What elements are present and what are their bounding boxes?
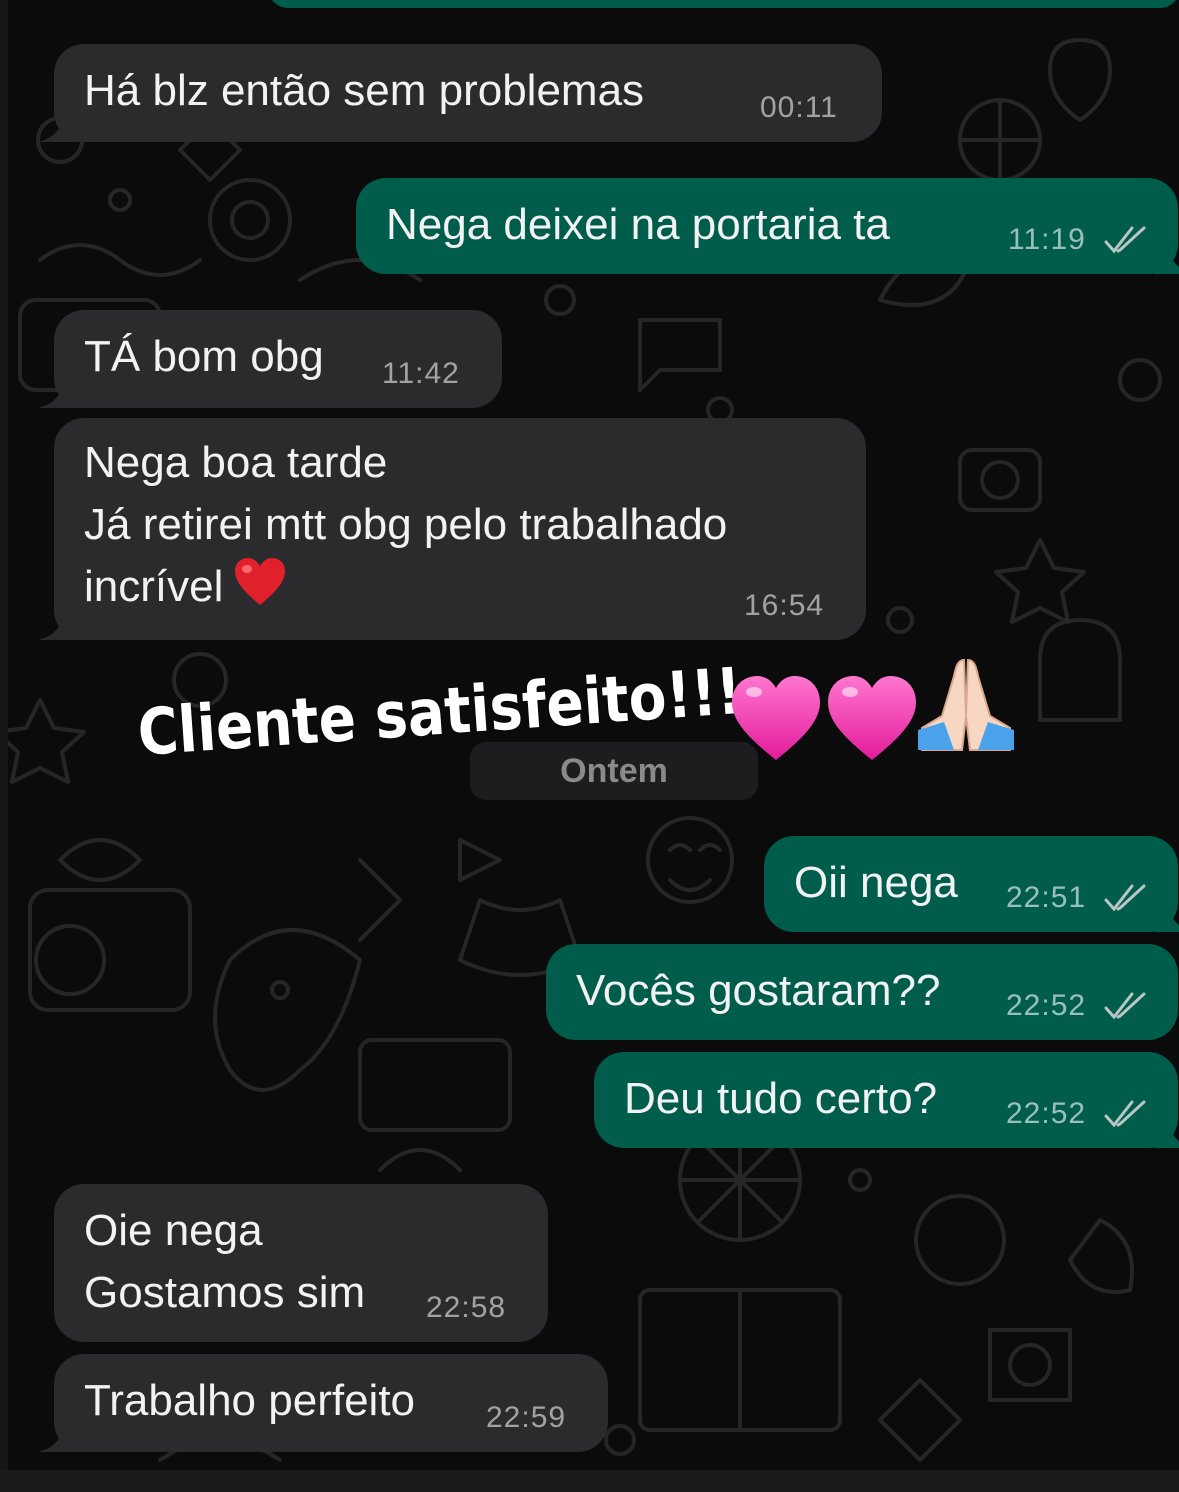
outgoing-message[interactable]: Oii nega 22:51	[764, 836, 1179, 932]
message-text-line: Já retirei mtt obg pelo trabalhado	[84, 500, 728, 549]
message-text-line: incrível	[84, 556, 287, 618]
message-time: 22:51	[1006, 881, 1087, 914]
message-time: 22:52	[1006, 989, 1087, 1022]
message-text-line: Gostamos sim	[84, 1268, 366, 1317]
message-time: 22:59	[486, 1401, 567, 1434]
bubble-tail	[1154, 240, 1179, 274]
message-time: 11:19	[1008, 223, 1086, 256]
pink-hearts-icon	[732, 676, 916, 760]
bubble-tail	[38, 1418, 78, 1452]
red-heart-icon	[235, 558, 286, 605]
bubble-tail	[1154, 898, 1179, 932]
folded-hands-icon	[918, 658, 1014, 751]
outgoing-message[interactable]: Vocês gostaram?? 22:52	[546, 944, 1178, 1040]
previous-message-bubble-edge	[268, 0, 1179, 8]
message-text-line: Nega boa tarde	[84, 438, 388, 487]
incoming-message[interactable]: Trabalho perfeito 22:59	[38, 1354, 608, 1452]
message-time: 16:54	[744, 589, 825, 622]
message-time: 22:58	[426, 1291, 507, 1324]
message-text: Vocês gostaram??	[576, 966, 941, 1015]
incoming-message[interactable]: TÁ bom obg 11:42	[38, 310, 502, 408]
message-text: Nega deixei na portaria ta	[386, 200, 890, 249]
bubble-tail	[38, 108, 78, 142]
double-check-icon	[1104, 992, 1146, 1020]
message-time: 22:52	[1006, 1097, 1087, 1130]
message-text: Trabalho perfeito	[84, 1376, 416, 1425]
chat-view: Há blz então sem problemas 00:11 Nega de…	[0, 0, 1179, 1470]
message-time: 00:11	[760, 91, 838, 124]
double-check-icon	[1104, 884, 1146, 912]
screen-edge	[0, 0, 8, 1470]
double-check-icon	[1104, 226, 1146, 254]
message-text: Deu tudo certo?	[624, 1074, 938, 1123]
message-text-line: Oie nega	[84, 1206, 263, 1255]
incoming-message[interactable]: Oie nega Gostamos sim 22:58	[54, 1184, 548, 1342]
bubble-tail	[1154, 1114, 1179, 1148]
incoming-message[interactable]: Há blz então sem problemas 00:11	[38, 44, 882, 142]
outgoing-message[interactable]: Deu tudo certo? 22:52	[594, 1052, 1179, 1148]
double-check-icon	[1104, 1100, 1146, 1128]
message-time: 11:42	[382, 357, 460, 390]
incoming-message[interactable]: Nega boa tarde Já retirei mtt obg pelo t…	[38, 418, 866, 640]
message-text: Há blz então sem problemas	[84, 66, 645, 115]
message-text: Oii nega	[794, 858, 958, 907]
day-separator: Ontem	[470, 742, 758, 800]
bottom-bar	[0, 1470, 1179, 1492]
bubble-tail	[38, 606, 78, 640]
message-text: TÁ bom obg	[84, 332, 324, 381]
message-text-fragment: incrível	[84, 562, 224, 611]
bubble-tail	[38, 374, 78, 408]
outgoing-message[interactable]: Nega deixei na portaria ta 11:19	[356, 178, 1179, 274]
